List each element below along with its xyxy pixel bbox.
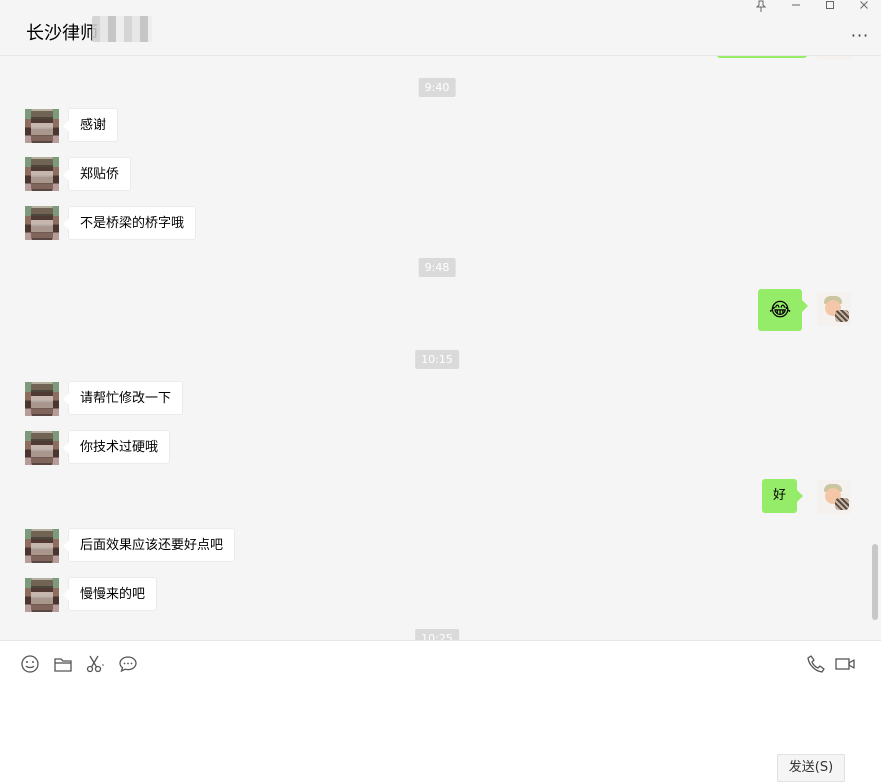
send-button[interactable]: 发送(S) <box>777 754 845 782</box>
message-bubble[interactable]: 好 <box>762 479 804 513</box>
message-bubble[interactable]: 慢慢来的吧 <box>62 577 158 611</box>
message-bubble[interactable]: 感谢 <box>62 108 119 142</box>
contact-avatar[interactable] <box>25 382 59 416</box>
input-area[interactable]: 发送(S) <box>0 640 881 784</box>
title-bar: 长沙律师 ··· <box>0 0 881 56</box>
timestamp: 9:40 <box>418 78 456 97</box>
message-bubble[interactable]: 不是桥梁的桥字哦 <box>62 206 197 240</box>
message-bubble[interactable]: 郑贴侨 <box>62 157 132 191</box>
my-avatar[interactable] <box>817 292 851 326</box>
contact-avatar[interactable] <box>25 431 59 465</box>
partial-outgoing-bubble <box>717 56 807 58</box>
contact-avatar[interactable] <box>25 529 59 563</box>
redacted-name <box>92 16 152 42</box>
contact-avatar[interactable] <box>25 157 59 191</box>
contact-avatar[interactable] <box>25 109 59 143</box>
close-icon[interactable] <box>852 0 876 16</box>
chat-title: 长沙律师 <box>26 23 98 44</box>
more-options-button[interactable]: ··· <box>848 26 872 45</box>
video-call-icon[interactable] <box>834 653 856 675</box>
folder-icon[interactable] <box>52 653 74 675</box>
timestamp: 10:25 <box>415 629 459 640</box>
minimize-icon[interactable] <box>784 0 808 16</box>
pin-icon[interactable] <box>749 0 773 16</box>
contact-avatar[interactable] <box>25 578 59 612</box>
chat-bubble-icon[interactable] <box>117 653 139 675</box>
maximize-icon[interactable] <box>818 0 842 16</box>
my-avatar[interactable] <box>817 480 851 514</box>
message-bubble[interactable]: 请帮忙修改一下 <box>62 381 184 415</box>
message-bubble-emoji[interactable]: 😂 <box>758 289 809 331</box>
partial-avatar <box>817 56 851 60</box>
scrollbar[interactable] <box>872 544 878 620</box>
contact-avatar[interactable] <box>25 206 59 240</box>
message-bubble[interactable]: 后面效果应该还要好点吧 <box>62 528 236 562</box>
phone-icon[interactable] <box>805 653 827 675</box>
scissors-icon[interactable] <box>84 653 106 675</box>
timestamp: 9:48 <box>418 258 456 277</box>
timestamp: 10:15 <box>415 350 459 369</box>
message-bubble[interactable]: 你技术过硬哦 <box>62 430 171 464</box>
emoji-icon[interactable] <box>19 653 41 675</box>
message-list[interactable]: 9:40 感谢 郑贴侨 不是桥梁的桥字哦 9:48 😂 10:15 请帮忙修改一… <box>0 56 881 640</box>
